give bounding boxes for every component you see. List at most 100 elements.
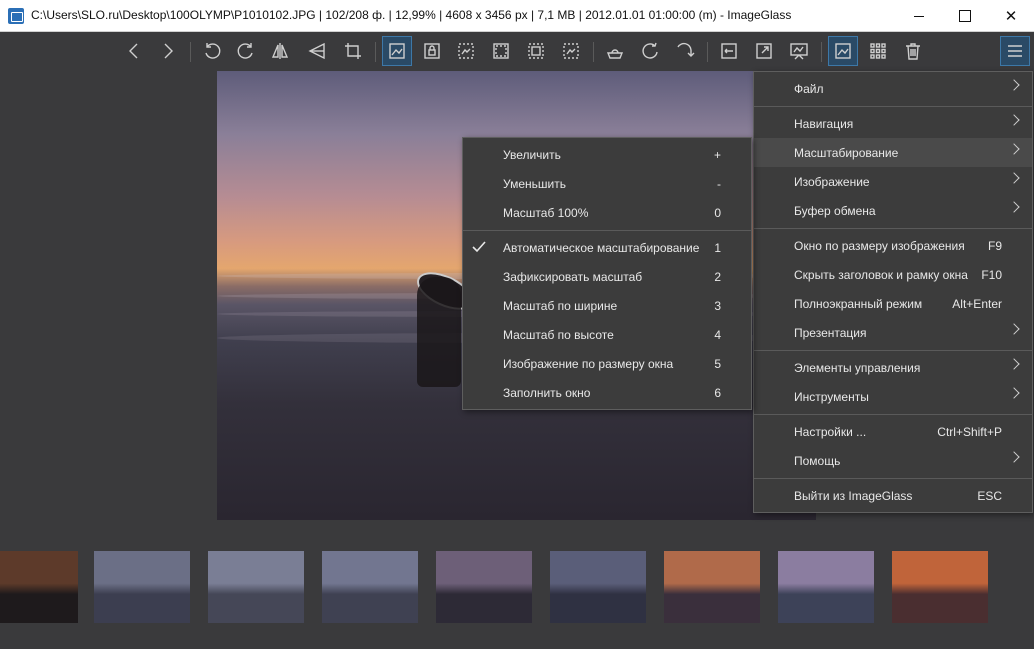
rotate-left-icon[interactable]: [197, 36, 227, 66]
menu-item-label: Изображение по размеру окна: [503, 357, 674, 371]
menu-item-navigation[interactable]: Навигация: [754, 109, 1032, 138]
thumbnail[interactable]: [664, 551, 760, 623]
chevron-right-icon: [1008, 114, 1020, 126]
menu-item-label: Инструменты: [794, 390, 869, 404]
menu-item-shortcut: 1: [714, 241, 721, 255]
menu-item-zoom-in[interactable]: Увеличить +: [463, 140, 751, 169]
menu-item-label: Элементы управления: [794, 361, 921, 375]
imageglass-logo-icon: [8, 8, 24, 24]
menu-item-label: Масштаб 100%: [503, 206, 589, 220]
menu-item-shortcut: +: [713, 148, 721, 162]
menu-item-exit[interactable]: Выйти из ImageGlass ESC: [754, 481, 1032, 510]
menu-item-scale-to-fill[interactable]: Заполнить окно 6: [463, 378, 751, 407]
thumbnail[interactable]: [208, 551, 304, 623]
menu-item-zoom[interactable]: Масштабирование: [754, 138, 1032, 167]
delete-icon[interactable]: [898, 36, 928, 66]
thumbnail[interactable]: [322, 551, 418, 623]
menu-item-window-fit[interactable]: Окно по размеру изображения F9: [754, 231, 1032, 260]
checkmark-icon: [472, 241, 486, 253]
menu-item-shortcut: 6: [714, 386, 721, 400]
menu-item-shortcut: ESC: [977, 489, 1002, 503]
flip-vertical-icon[interactable]: [302, 36, 332, 66]
menu-separator: [463, 230, 751, 231]
menu-item-clipboard[interactable]: Буфер обмена: [754, 196, 1032, 225]
minimize-button[interactable]: [896, 0, 942, 32]
open-with-icon[interactable]: [600, 36, 630, 66]
menu-item-shortcut: 2: [714, 270, 721, 284]
menu-item-label: Окно по размеру изображения: [794, 239, 965, 253]
surfer-silhouette: [417, 277, 461, 387]
menu-item-layout[interactable]: Элементы управления: [754, 353, 1032, 382]
menu-item-scale-to-height[interactable]: Масштаб по высоте 4: [463, 320, 751, 349]
thumbnail[interactable]: [550, 551, 646, 623]
window-title: C:\Users\SLO.ru\Desktop\100OLYMP\P101010…: [31, 8, 792, 22]
chevron-right-icon: [1008, 451, 1020, 463]
menu-item-slideshow[interactable]: Презентация: [754, 318, 1032, 347]
flip-horizontal-icon[interactable]: [265, 36, 295, 66]
scale-to-fit-icon[interactable]: [521, 36, 551, 66]
scale-to-width-icon[interactable]: [451, 36, 481, 66]
menu-item-shortcut: 5: [714, 357, 721, 371]
menu-item-label: Увеличить: [503, 148, 561, 162]
menu-item-auto-zoom[interactable]: Автоматическое масштабирование 1: [463, 233, 751, 262]
menu-item-label: Масштабирование: [794, 146, 899, 160]
menu-item-label: Выйти из ImageGlass: [794, 489, 913, 503]
menu-item-label: Автоматическое масштабирование: [503, 241, 700, 255]
main-menu-icon[interactable]: [1000, 36, 1030, 66]
menu-item-shortcut: 3: [714, 299, 721, 313]
thumbnail[interactable]: [778, 551, 874, 623]
menu-item-label: Файл: [794, 82, 824, 96]
thumbnail[interactable]: [0, 551, 78, 623]
lock-zoom-icon[interactable]: [417, 36, 447, 66]
menu-separator: [754, 228, 1032, 229]
menu-item-shortcut: 4: [714, 328, 721, 342]
menu-item-lock-zoom[interactable]: Зафиксировать масштаб 2: [463, 262, 751, 291]
maximize-button[interactable]: [942, 0, 988, 32]
menu-item-label: Зафиксировать масштаб: [503, 270, 643, 284]
scale-to-height-icon[interactable]: [486, 36, 516, 66]
menu-item-label: Помощь: [794, 454, 841, 468]
menu-item-zoom-out[interactable]: Уменьшить -: [463, 169, 751, 198]
menu-item-label: Настройки ...: [794, 425, 867, 439]
thumbnail-bar-icon[interactable]: [828, 36, 858, 66]
menu-item-shortcut: F9: [987, 239, 1002, 253]
menu-separator: [754, 414, 1032, 415]
chevron-right-icon: [1008, 387, 1020, 399]
menu-item-image[interactable]: Изображение: [754, 167, 1032, 196]
menu-item-fullscreen[interactable]: Полноэкранный режим Alt+Enter: [754, 289, 1032, 318]
scale-to-fill-icon[interactable]: [556, 36, 586, 66]
menu-item-settings[interactable]: Настройки ... Ctrl+Shift+P: [754, 417, 1032, 446]
menu-item-scale-to-width[interactable]: Масштаб по ширине 3: [463, 291, 751, 320]
thumbnail[interactable]: [94, 551, 190, 623]
title-bar: C:\Users\SLO.ru\Desktop\100OLYMP\P101010…: [0, 0, 1034, 32]
refresh-icon[interactable]: [635, 36, 665, 66]
menu-item-label: Презентация: [794, 326, 867, 340]
rotate-right-icon[interactable]: [231, 36, 261, 66]
chevron-right-icon: [1008, 79, 1020, 91]
chevron-right-icon: [1008, 143, 1020, 155]
chevron-right-icon: [1008, 323, 1020, 335]
menu-item-scale-to-fit[interactable]: Изображение по размеру окна 5: [463, 349, 751, 378]
auto-zoom-icon[interactable]: [382, 36, 412, 66]
grid-icon[interactable]: [863, 36, 893, 66]
goto-icon[interactable]: [670, 36, 700, 66]
zoom-submenu: Увеличить + Уменьшить - Масштаб 100% 0 Автомат…: [462, 137, 752, 410]
menu-item-frameless[interactable]: Скрыть заголовок и рамку окна F10: [754, 260, 1032, 289]
close-button[interactable]: ✕: [988, 0, 1034, 32]
thumbnail[interactable]: [436, 551, 532, 623]
menu-item-label: Полноэкранный режим: [794, 297, 923, 311]
menu-item-actual-size[interactable]: Масштаб 100% 0: [463, 198, 751, 227]
fullscreen-icon[interactable]: [749, 36, 779, 66]
toolbar: [0, 32, 1034, 71]
crop-icon[interactable]: [338, 36, 368, 66]
next-image-icon[interactable]: [153, 36, 183, 66]
previous-image-icon[interactable]: [119, 36, 149, 66]
window-fit-icon[interactable]: [714, 36, 744, 66]
menu-item-help[interactable]: Помощь: [754, 446, 1032, 475]
menu-item-shortcut: 0: [714, 206, 721, 220]
slideshow-icon[interactable]: [784, 36, 814, 66]
menu-item-file[interactable]: Файл: [754, 74, 1032, 103]
thumbnail[interactable]: [892, 551, 988, 623]
menu-item-tools[interactable]: Инструменты: [754, 382, 1032, 411]
chevron-right-icon: [1008, 172, 1020, 184]
